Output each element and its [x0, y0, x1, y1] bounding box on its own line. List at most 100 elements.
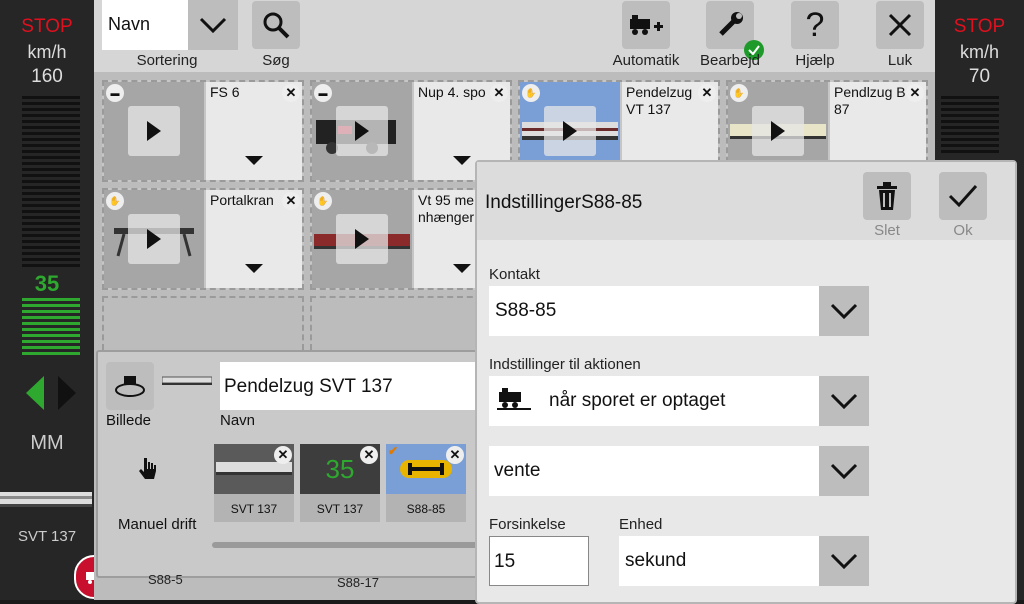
contact-label: Kontakt [489, 266, 540, 283]
occupied-track-icon [497, 388, 531, 415]
play-button[interactable] [336, 106, 388, 156]
remove-icon[interactable]: ✕ [360, 446, 378, 464]
edit-label: Bearbejd [699, 52, 761, 69]
delay-value: 15 [494, 551, 516, 572]
expand-icon[interactable] [245, 156, 263, 165]
action-label: SVT 137 [230, 502, 278, 516]
search-label: Søg [262, 52, 290, 69]
s88-5-label: S88-5 [148, 572, 183, 587]
remove-icon[interactable]: ✕ [282, 192, 300, 210]
train-badge-icon: ▬ [314, 84, 332, 102]
name-value: Pendelzug SVT 137 [224, 376, 393, 397]
help-button[interactable]: ? [791, 1, 839, 49]
chevron-down-icon [819, 536, 869, 586]
action-dropdown[interactable]: når sporet er optaget [489, 376, 869, 426]
delay-label: Forsinkelse [489, 516, 566, 533]
route-editor-panel: Billede Pendelzug SVT 137 Navn Manuel dr… [96, 350, 500, 578]
play-icon [771, 121, 785, 141]
hand-badge-icon: ✋ [730, 84, 748, 102]
loco-image[interactable] [0, 486, 94, 512]
ok-button[interactable] [939, 172, 987, 220]
name-label: Navn [220, 412, 256, 429]
hand-pointer-icon [138, 456, 158, 487]
delete-button[interactable] [863, 172, 911, 220]
hand-badge-icon: ✋ [522, 84, 540, 102]
play-button[interactable] [752, 106, 804, 156]
mode-dropdown[interactable]: vente [489, 446, 869, 496]
manual-mode-label: Manuel drift [118, 516, 197, 533]
play-button[interactable] [128, 106, 180, 156]
play-icon [355, 229, 369, 249]
loco-tile[interactable]: ✋ Portalkran ✕ [102, 188, 304, 290]
expand-icon[interactable] [453, 156, 471, 165]
loco-name: SVT 137 [17, 528, 77, 545]
toolbar: Navn Sortering Søg Automatik Bearbejd ? … [94, 0, 935, 72]
left-stop-button[interactable]: STOP [0, 16, 94, 38]
close-label: Luk [887, 52, 913, 69]
name-input[interactable]: Pendelzug SVT 137 [220, 362, 496, 410]
play-icon [147, 229, 161, 249]
hand-badge-icon: ✋ [106, 192, 124, 210]
check-icon [948, 184, 978, 208]
expand-icon[interactable] [245, 264, 263, 273]
unit-value: sekund [625, 550, 687, 571]
chevron-down-icon [819, 446, 869, 496]
close-button[interactable] [876, 1, 924, 49]
action-scrollbar[interactable] [212, 542, 482, 548]
play-button[interactable] [128, 214, 180, 264]
close-icon [888, 13, 912, 37]
delete-label: Slet [874, 222, 900, 239]
left-max-speed: 160 [31, 66, 63, 87]
direction-left-icon[interactable] [26, 376, 46, 415]
action-card[interactable]: ✕ SVT 137 [214, 444, 294, 522]
sort-dropdown[interactable]: Navn [102, 0, 238, 50]
train-badge-icon: ▬ [106, 84, 124, 102]
hand-badge-icon: ✋ [314, 192, 332, 210]
automatic-button[interactable] [622, 1, 670, 49]
settings-dialog: IndstillingerS88-85 Slet Ok Kontakt S88-… [475, 160, 1017, 604]
image-label: Billede [106, 412, 152, 429]
image-button[interactable] [106, 362, 154, 410]
locomotive-plus-icon [630, 15, 663, 35]
action-card[interactable]: ✔ ✕ S88-85 [386, 444, 466, 522]
help-icon: ? [805, 5, 825, 44]
remove-icon[interactable]: ✕ [698, 84, 716, 102]
contact-dropdown[interactable]: S88-85 [489, 286, 869, 336]
contact-marker-icon: ✔ [388, 444, 399, 458]
chevron-down-icon [819, 286, 869, 336]
search-icon [263, 12, 290, 39]
left-speed-fill [22, 298, 80, 358]
left-current-speed: 35 [34, 271, 60, 296]
left-throttle: STOP km/h 160 35 MM SVT 137 [0, 0, 118, 600]
left-speed-slider[interactable] [22, 96, 80, 270]
remove-icon[interactable]: ✕ [906, 84, 924, 102]
expand-icon[interactable] [453, 264, 471, 273]
remove-icon[interactable]: ✕ [490, 84, 508, 102]
search-button[interactable] [252, 1, 300, 49]
unit-label: Enhed [619, 516, 663, 533]
right-speed-slider[interactable] [941, 96, 999, 156]
ok-label: Ok [953, 222, 973, 239]
dialog-title: IndstillingerS88-85 [485, 192, 643, 213]
remove-icon[interactable]: ✕ [446, 446, 464, 464]
delay-input[interactable]: 15 [489, 536, 589, 586]
action-card[interactable]: 35 ✕ SVT 137 [300, 444, 380, 522]
action-label: SVT 137 [316, 502, 364, 516]
s88-17-label: S88-17 [337, 575, 379, 590]
action-settings-label: Indstillinger til aktionen [489, 356, 641, 373]
remove-icon[interactable]: ✕ [282, 84, 300, 102]
remove-icon[interactable]: ✕ [274, 446, 292, 464]
mode-value: vente [494, 460, 541, 481]
sort-label: Sortering [136, 52, 198, 69]
action-label: S88-85 [406, 502, 446, 516]
direction-right-icon[interactable] [56, 376, 76, 415]
wrench-icon [719, 12, 743, 36]
right-stop-button[interactable]: STOP [935, 16, 1024, 38]
route-thumbnail [161, 374, 213, 393]
unit-dropdown[interactable]: sekund [619, 536, 869, 586]
loco-tile[interactable]: ▬ FS 6 ✕ [102, 80, 304, 182]
play-button[interactable] [336, 214, 388, 264]
right-max-speed: 70 [968, 66, 991, 87]
play-button[interactable] [544, 106, 596, 156]
dialog-header: IndstillingerS88-85 Slet Ok [477, 162, 1015, 240]
